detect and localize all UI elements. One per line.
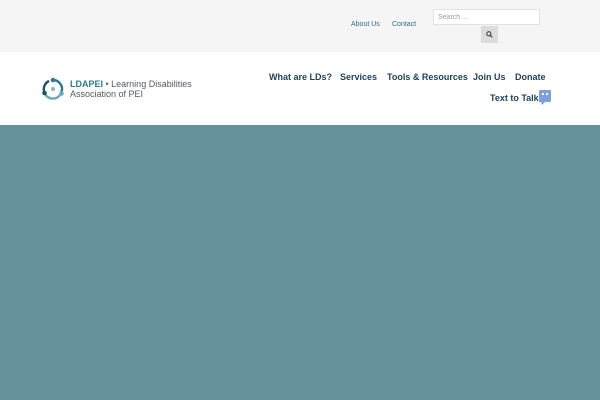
top-bar: About Us Contact — [0, 0, 600, 52]
about-us-link[interactable]: About Us — [351, 21, 380, 28]
chat-bubble-icon — [538, 90, 551, 105]
search-input[interactable] — [433, 9, 540, 25]
main-header: LDAPEI • Learning Disabilities Associati… — [0, 52, 600, 125]
logo-abbreviation: LDAPEI — [70, 79, 104, 89]
text-to-talk-label: Text to Talk — [490, 92, 539, 103]
search-button[interactable] — [481, 26, 498, 43]
hero-banner — [0, 125, 600, 400]
nav-donate[interactable]: Donate — [515, 72, 546, 82]
nav-what-are-lds[interactable]: What are LDs? — [269, 72, 332, 82]
site-logo[interactable]: LDAPEI • Learning Disabilities Associati… — [40, 74, 192, 104]
nav-tools-resources[interactable]: Tools & Resources — [387, 72, 468, 82]
nav-join-us[interactable]: Join Us — [473, 72, 506, 82]
logo-tagline: • Learning Disabilities — [103, 79, 192, 89]
search-icon — [486, 31, 493, 38]
contact-link[interactable]: Contact — [392, 21, 416, 28]
logo-subtitle: Association of PEI — [70, 89, 144, 99]
ldapei-logo-mark — [42, 77, 64, 100]
text-to-talk-link[interactable]: Text to Talk — [490, 90, 551, 105]
nav-services[interactable]: Services — [340, 72, 377, 82]
